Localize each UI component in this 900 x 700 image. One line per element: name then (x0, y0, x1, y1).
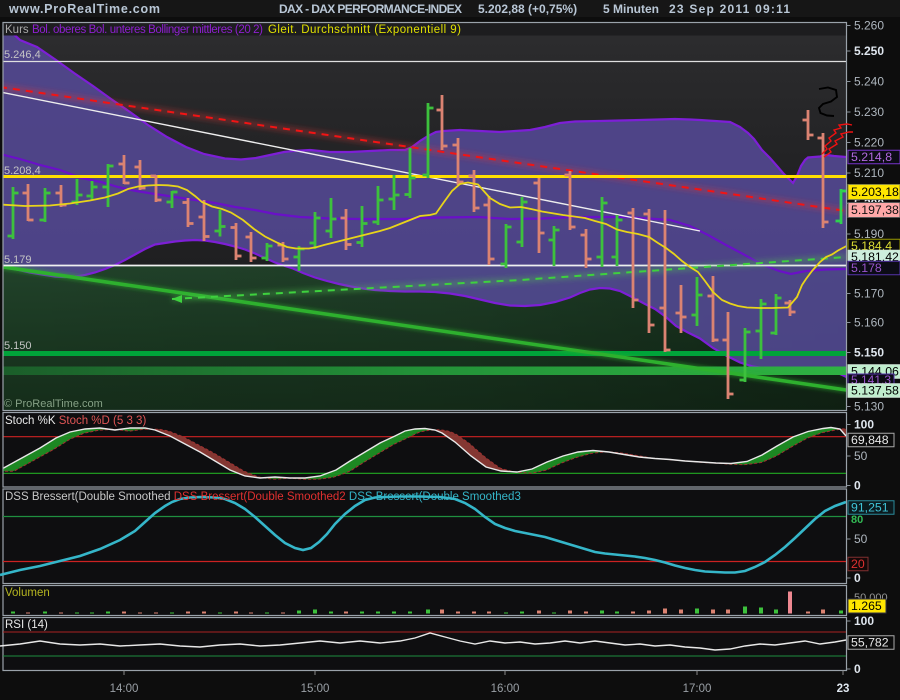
svg-text:23: 23 (837, 683, 850, 695)
svg-text:55,782: 55,782 (851, 636, 889, 650)
svg-text:www.ProRealTime.com: www.ProRealTime.com (8, 2, 160, 16)
svg-text:17:00: 17:00 (683, 683, 712, 695)
svg-text:Bol. oberes Bol. unteres Bolli: Bol. oberes Bol. unteres Bollinger mittl… (32, 24, 263, 36)
svg-text:5.150: 5.150 (4, 340, 32, 352)
svg-text:80: 80 (851, 514, 863, 526)
svg-text:5.197,38: 5.197,38 (851, 203, 899, 217)
svg-text:14:00: 14:00 (110, 683, 139, 695)
svg-text:0: 0 (854, 479, 861, 493)
svg-text:5.160: 5.160 (854, 316, 884, 330)
svg-text:5.170: 5.170 (854, 287, 884, 301)
svg-text:5.250: 5.250 (854, 44, 884, 58)
svg-text:5.230: 5.230 (854, 105, 884, 119)
svg-text:100: 100 (854, 418, 874, 432)
svg-text:Stoch %K Stoch %D (5 3 3): Stoch %K Stoch %D (5 3 3) (5, 415, 146, 427)
svg-text:5.130: 5.130 (854, 400, 884, 414)
svg-text:Gleit. Durchschnitt (Exponenti: Gleit. Durchschnitt (Exponentiell 9) (268, 24, 461, 36)
svg-text:5.178: 5.178 (851, 261, 882, 275)
svg-text:15:00: 15:00 (301, 683, 330, 695)
svg-text:69,848: 69,848 (851, 433, 889, 447)
svg-text:5.240: 5.240 (854, 75, 884, 89)
svg-text:5.137,58: 5.137,58 (851, 384, 899, 398)
svg-text:5.202,88 (+0,75%): 5.202,88 (+0,75%) (478, 2, 577, 16)
svg-text:5.203,18: 5.203,18 (851, 185, 899, 199)
svg-text:20: 20 (851, 557, 865, 571)
svg-text:DSS Bressert(Double Smoothed D: DSS Bressert(Double Smoothed DSS Bresser… (5, 491, 521, 503)
svg-text:5.150: 5.150 (854, 346, 884, 360)
svg-text:50: 50 (854, 449, 868, 463)
svg-text:0: 0 (854, 571, 861, 585)
svg-text:5.208,4: 5.208,4 (4, 165, 41, 177)
svg-text:50: 50 (854, 532, 868, 546)
svg-text:RSI (14): RSI (14) (5, 619, 48, 631)
svg-text:23 Sep 2011 09:11: 23 Sep 2011 09:11 (669, 2, 790, 16)
svg-text:5.260: 5.260 (854, 19, 884, 33)
svg-text:1.265: 1.265 (851, 599, 882, 613)
svg-text:Volumen: Volumen (5, 587, 50, 599)
svg-text:16:00: 16:00 (491, 683, 520, 695)
svg-text:5.220: 5.220 (854, 136, 884, 150)
svg-text:© ProRealTime.com: © ProRealTime.com (4, 398, 103, 410)
svg-text:100: 100 (854, 614, 874, 628)
svg-text:Kurs: Kurs (5, 24, 29, 36)
svg-text:5.214,8: 5.214,8 (851, 150, 892, 164)
svg-text:5.246,4: 5.246,4 (4, 49, 41, 61)
svg-text:0: 0 (854, 662, 861, 676)
svg-text:5.210: 5.210 (854, 166, 884, 180)
svg-text:DAX - DAX PERFORMANCE-INDEX: DAX - DAX PERFORMANCE-INDEX (279, 2, 462, 16)
svg-text:5.179: 5.179 (4, 254, 32, 266)
svg-text:5 Minuten: 5 Minuten (603, 2, 659, 16)
svg-text:91,251: 91,251 (851, 501, 889, 515)
